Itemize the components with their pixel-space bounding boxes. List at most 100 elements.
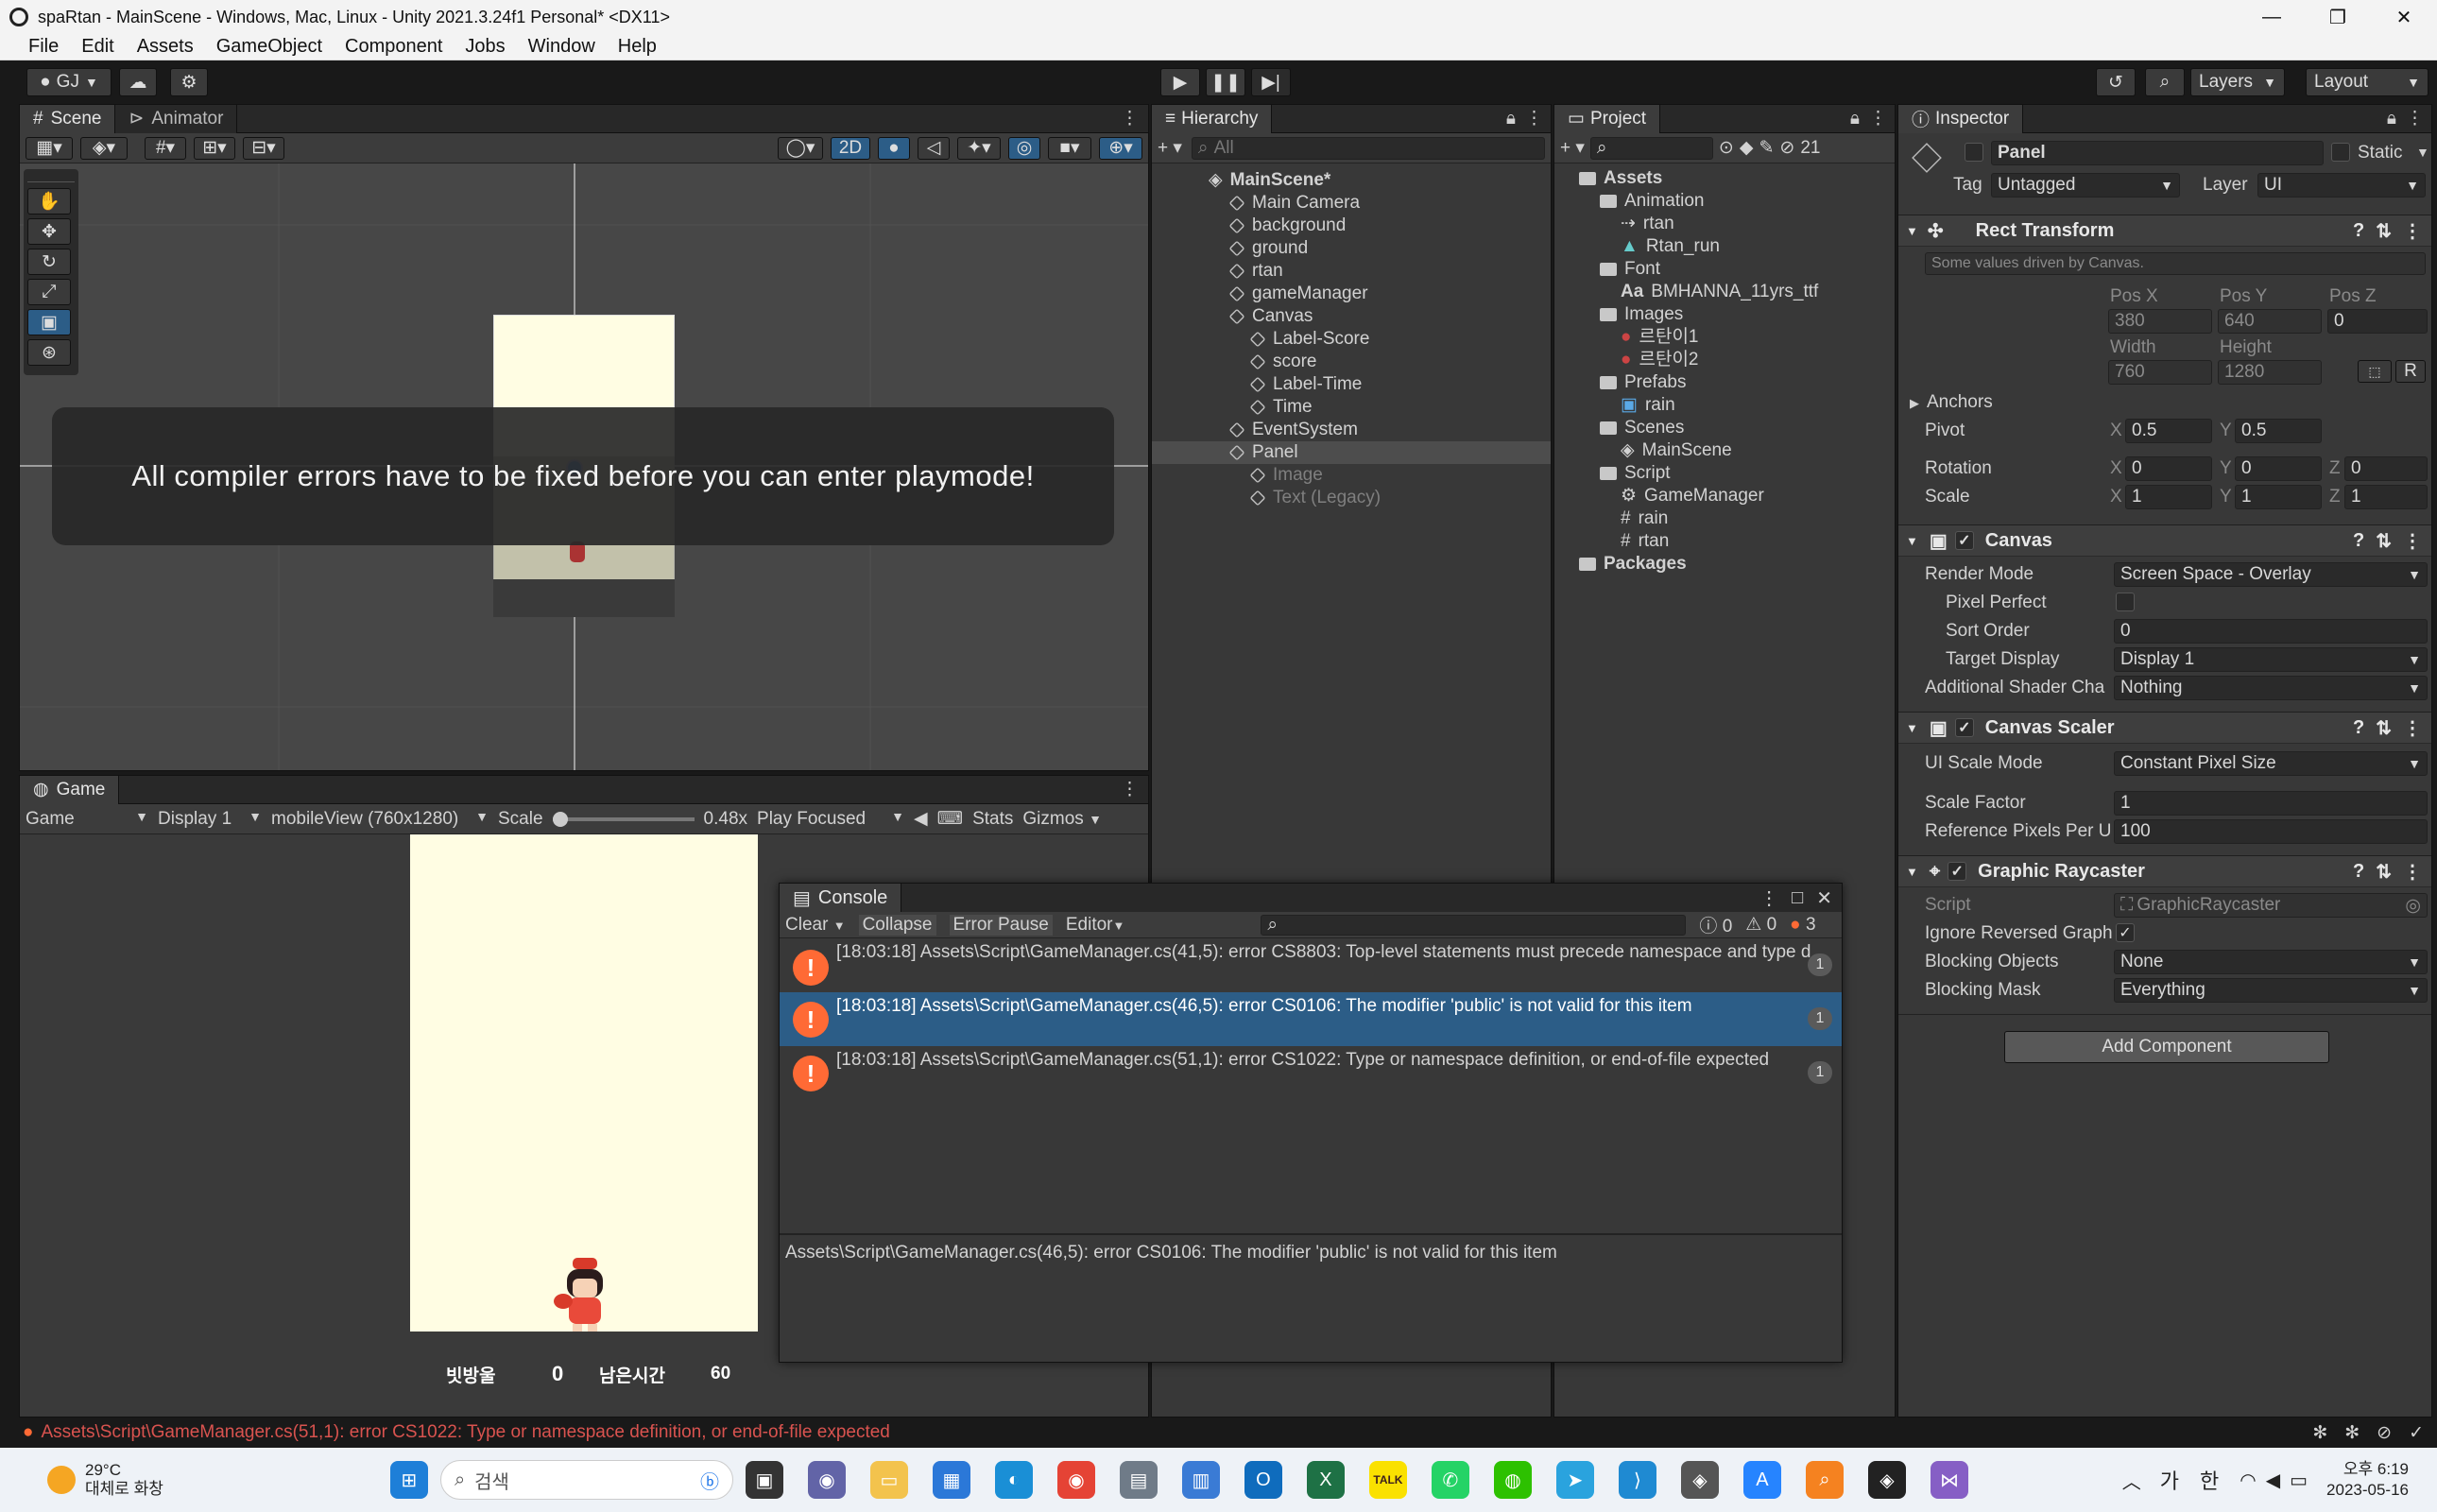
task-view-icon[interactable]: ▣	[745, 1461, 783, 1499]
game-view-dropdown[interactable]: Game ▼	[26, 809, 148, 830]
blocking-objects-dropdown[interactable]: None ▼	[2114, 950, 2428, 974]
account-dropdown[interactable]: ● GJ ▼	[26, 68, 112, 96]
palette-drag-handle[interactable]	[27, 173, 75, 182]
rect-tool[interactable]: ▣	[27, 309, 71, 335]
close-button[interactable]: ✕	[2371, 6, 2437, 29]
menu-file[interactable]: File	[28, 36, 59, 58]
project-search-input[interactable]: ⌕	[1589, 136, 1713, 160]
hierarchy-item[interactable]: Label-Score	[1152, 328, 1551, 351]
edge-icon[interactable]: ◐	[994, 1461, 1033, 1499]
draw-mode-dropdown[interactable]: ▦▾	[26, 136, 73, 160]
scale-factor-field[interactable]: 1	[2114, 791, 2428, 816]
hierarchy-search-input[interactable]: ⌕ All	[1191, 136, 1545, 160]
lighting-status-icon[interactable]: ⊘	[2377, 1422, 2392, 1444]
scaler-help-icon[interactable]: ?	[2353, 717, 2364, 739]
tab-hierarchy[interactable]: ≡ Hierarchy	[1152, 104, 1273, 133]
static-checkbox[interactable]	[2331, 143, 2350, 162]
project-item[interactable]: Aa BMHANNA_11yrs_ttf	[1554, 281, 1895, 303]
weather-widget[interactable]: 29°C 대체로 화창	[85, 1461, 163, 1499]
rot-y-field[interactable]: 0	[2235, 456, 2322, 481]
project-item[interactable]: Packages	[1554, 553, 1895, 576]
shader-channels-dropdown[interactable]: Nothing ▼	[2114, 676, 2428, 700]
pivot-y-field[interactable]: 0.5	[2235, 419, 2322, 443]
project-lock-icon[interactable]: 🔒︎	[1850, 109, 1860, 129]
console-message[interactable]: ! [18:03:18] Assets\Script\GameManager.c…	[780, 938, 1842, 992]
unity-hub-icon[interactable]: ◈	[1680, 1461, 1719, 1499]
project-item[interactable]: Assets	[1554, 167, 1895, 190]
menu-assets[interactable]: Assets	[137, 36, 194, 58]
hierarchy-item[interactable]: background	[1152, 215, 1551, 237]
hierarchy-more-icon[interactable]: ⋮	[1525, 108, 1543, 129]
play-focused-dropdown[interactable]: Play Focused ▼	[757, 809, 904, 830]
wifi-icon[interactable]: ◠	[2240, 1469, 2256, 1492]
layer-dropdown[interactable]: UI ▼	[2257, 173, 2426, 198]
scale-z-field[interactable]: 1	[2344, 485, 2428, 509]
canvas-component-header[interactable]: ▼ ▣ ✓ Canvas ? ⇅ ⋮	[1898, 524, 2431, 557]
project-item[interactable]: Images	[1554, 303, 1895, 326]
project-item[interactable]: # rain	[1554, 507, 1895, 530]
error-pause-toggle[interactable]: Error Pause	[949, 914, 1053, 936]
scale-y-field[interactable]: 1	[2235, 485, 2322, 509]
rot-x-field[interactable]: 0	[2125, 456, 2212, 481]
reference-pixels-field[interactable]: 100	[2114, 819, 2428, 844]
outlook-icon[interactable]: O	[1244, 1461, 1282, 1499]
render-mode-dropdown[interactable]: Screen Space - Overlay ▼	[2114, 562, 2428, 587]
clock[interactable]: 오후 6:19 2023-05-16	[2326, 1459, 2409, 1501]
pos-z-field[interactable]: 0	[2327, 309, 2428, 334]
project-create-button[interactable]: + ▾	[1560, 137, 1585, 159]
ime-mode[interactable]: 한	[2200, 1465, 2219, 1495]
search-by-label-icon[interactable]: ◆	[1740, 137, 1754, 159]
tab-inspector[interactable]: ⓘ Inspector	[1898, 104, 2024, 133]
menu-jobs[interactable]: Jobs	[465, 36, 505, 58]
preset-icon[interactable]: ⇅	[2376, 219, 2392, 243]
ime-language[interactable]: 가	[2160, 1465, 2179, 1495]
status-message[interactable]: Assets\Script\GameManager.cs(51,1): erro…	[41, 1422, 889, 1443]
scaler-menu-icon[interactable]: ⋮	[2403, 716, 2422, 740]
more-options-icon[interactable]: ⋮	[1121, 108, 1139, 129]
gizmos-dropdown[interactable]: Gizmos ▼	[1022, 809, 1102, 830]
debug-icon[interactable]: ✻	[2312, 1422, 2327, 1444]
gizmo-orientation-dropdown[interactable]: ◈▾	[80, 136, 128, 160]
raycaster-enabled-checkbox[interactable]: ✓	[1948, 862, 1967, 881]
add-component-button[interactable]: Add Component	[2004, 1031, 2329, 1063]
graphic-raycaster-header[interactable]: ▼ ⌖ ✓ Graphic Raycaster ? ⇅ ⋮	[1898, 855, 2431, 887]
tray-chevron-icon[interactable]: ︿	[2122, 1467, 2141, 1494]
scale-slider-thumb[interactable]	[552, 811, 568, 827]
search-button[interactable]: ⌕	[2145, 68, 2185, 96]
menu-edit[interactable]: Edit	[81, 36, 113, 58]
log-count-toggle[interactable]: ⓘ 0	[1699, 912, 1732, 937]
console-splitter[interactable]	[780, 1233, 1842, 1235]
play-button[interactable]: ▶	[1160, 68, 1200, 96]
wechat-icon[interactable]: ◍	[1493, 1461, 1532, 1499]
project-item[interactable]: ⇢ rtan	[1554, 213, 1895, 235]
hierarchy-item[interactable]: Panel	[1152, 441, 1551, 464]
layout-dropdown[interactable]: Layout ▼	[2306, 68, 2428, 96]
canvas-enabled-checkbox[interactable]: ✓	[1954, 531, 1974, 550]
lock-icon[interactable]: 🔒︎	[1506, 109, 1516, 129]
console-maximize-icon[interactable]: □	[1792, 887, 1803, 909]
notepad-icon[interactable]: ▥	[1181, 1461, 1220, 1499]
pivot-x-field[interactable]: 0.5	[2125, 419, 2212, 443]
hierarchy-item[interactable]: gameManager	[1152, 283, 1551, 305]
audio-toggle[interactable]: ◁	[918, 136, 950, 160]
hierarchy-item[interactable]: Canvas	[1152, 305, 1551, 328]
create-add-button[interactable]: + ▾	[1158, 137, 1182, 159]
rotate-tool[interactable]: ↻	[27, 249, 71, 275]
console-message-selected[interactable]: ! [18:03:18] Assets\Script\GameManager.c…	[780, 992, 1842, 1046]
file-explorer-icon[interactable]: ▭	[869, 1461, 908, 1499]
error-count-toggle[interactable]: ● 3	[1790, 915, 1815, 936]
bake-icon[interactable]: ✻	[2344, 1422, 2360, 1444]
lighting-toggle[interactable]: ●	[878, 136, 910, 160]
layers-dropdown[interactable]: Layers ▼	[2190, 68, 2285, 96]
scene-viewport[interactable]: ✋ ✥ ↻ ⤢ ▣ ⊛ All compiler errors have to …	[20, 163, 1148, 770]
whatsapp-icon[interactable]: ✆	[1431, 1461, 1469, 1499]
hierarchy-item[interactable]: Time	[1152, 396, 1551, 419]
project-item[interactable]: ● 르탄이2	[1554, 349, 1895, 371]
move-tool[interactable]: ✥	[27, 218, 71, 245]
tab-console[interactable]: ▤ Console	[780, 884, 902, 912]
project-item[interactable]: Animation	[1554, 190, 1895, 213]
unity-editor-icon[interactable]: ◈	[1867, 1461, 1906, 1499]
target-display-dropdown[interactable]: Display 1 ▼	[2114, 647, 2428, 672]
resolution-dropdown[interactable]: mobileView (760x1280) ▼	[271, 809, 489, 830]
raw-edit-button[interactable]: R	[2395, 360, 2426, 383]
